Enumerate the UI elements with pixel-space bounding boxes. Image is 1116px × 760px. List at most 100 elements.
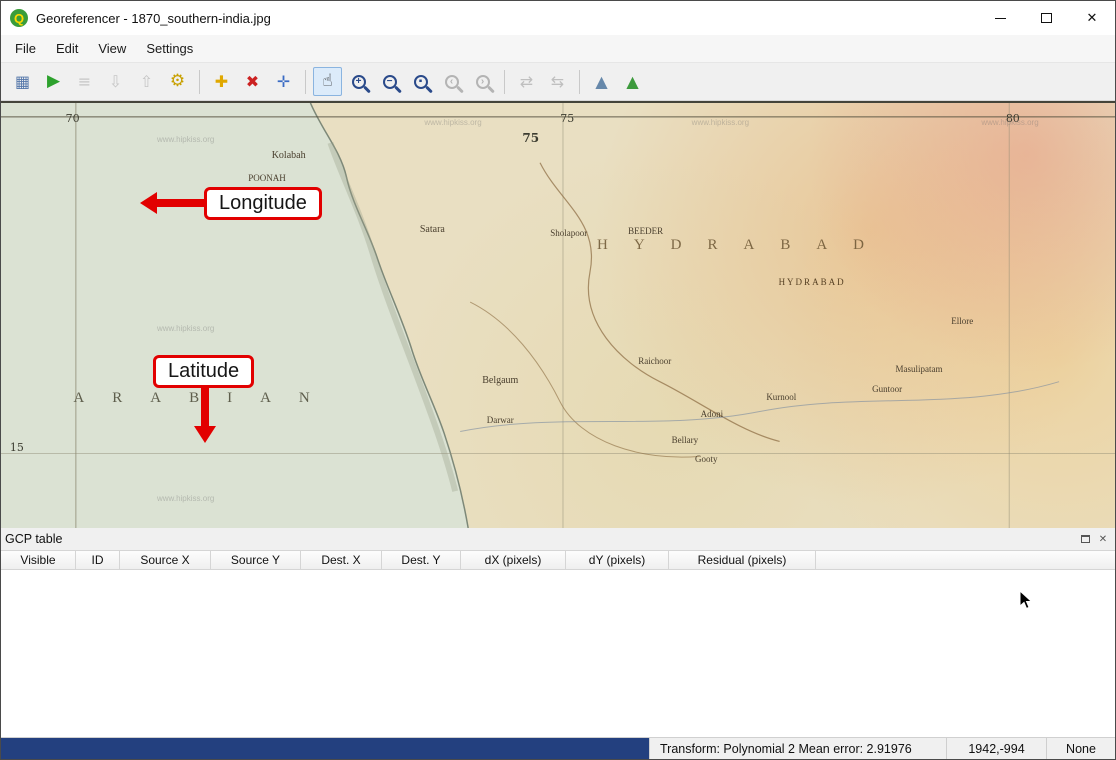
status-coordinate: 1942,-994 [946, 738, 1046, 759]
gcp-panel-titlebar: GCP table ✕ [1, 528, 1115, 550]
window-title: Georeferencer - 1870_southern-india.jpg [36, 11, 977, 26]
zoom-out-button[interactable]: − [375, 67, 404, 96]
map-place-label: 15 [10, 441, 24, 454]
gcp-table-header: Visible ID Source X Source Y Dest. X Des… [1, 550, 1115, 570]
column-residual[interactable]: Residual (pixels) [669, 551, 816, 569]
longitude-arrow-icon [157, 199, 205, 207]
georeferencer-window: Q Georeferencer - 1870_southern-india.jp… [0, 0, 1116, 760]
delete-point-button[interactable]: ✖ [238, 67, 267, 96]
map-place-label: www.hipkiss.org [157, 135, 214, 144]
map-place-label: Guntoor [872, 384, 902, 394]
menubar: File Edit View Settings [1, 35, 1115, 63]
column-filler [816, 551, 1115, 569]
add-point-button[interactable]: ✚ [207, 67, 236, 96]
menu-edit[interactable]: Edit [46, 36, 88, 61]
column-dx[interactable]: dX (pixels) [461, 551, 566, 569]
map-place-label: Ellore [951, 316, 973, 326]
column-dest-y[interactable]: Dest. Y [382, 551, 461, 569]
map-place-label: Satara [420, 224, 445, 235]
close-panel-button[interactable]: ✕ [1095, 531, 1111, 547]
toolbar: ▦ ▶ ≡ ⇩ ⇧ ⚙ ✚ ✖ ✛ ☝ + − ▪ ‹ › ⇄ ⇆ ▲ ▲ [1, 63, 1115, 101]
load-gcp-points-button[interactable]: ⇩ [101, 67, 130, 96]
window-controls: ✕ [977, 1, 1115, 35]
toolbar-separator [504, 70, 505, 94]
transformation-settings-button[interactable]: ⚙ [163, 67, 192, 96]
zoom-last-icon: ‹ [445, 75, 459, 89]
close-panel-icon: ✕ [1099, 534, 1107, 545]
map-place-label: HYDRABAD [597, 237, 890, 254]
full-histogram-icon: ▲ [595, 74, 607, 90]
mouse-cursor [1019, 590, 1033, 610]
link-qgis-icon: ⇆ [551, 74, 564, 90]
zoom-out-icon: − [383, 75, 397, 89]
column-dest-x[interactable]: Dest. X [301, 551, 382, 569]
minimize-button[interactable] [977, 1, 1023, 35]
full-histogram-stretch-button[interactable]: ▲ [587, 67, 616, 96]
settings-gear-icon: ⚙ [170, 73, 185, 90]
toolbar-separator [579, 70, 580, 94]
gdal-script-icon: ≡ [78, 74, 91, 90]
zoom-next-icon: › [476, 75, 490, 89]
load-gcp-icon: ⇩ [109, 74, 122, 90]
delete-point-icon: ✖ [246, 74, 259, 90]
close-button[interactable]: ✕ [1069, 1, 1115, 35]
map-place-label: Kurnool [766, 392, 796, 402]
zoom-to-layer-button[interactable]: ▪ [406, 67, 435, 96]
open-raster-icon: ▦ [15, 74, 30, 90]
status-transform: Transform: Polynomial 2 Mean error: 2.91… [649, 738, 946, 759]
map-place-label: 75 [560, 112, 574, 125]
column-visible[interactable]: Visible [1, 551, 76, 569]
latitude-arrow-icon [201, 385, 209, 427]
gcp-panel-title: GCP table [5, 532, 1075, 546]
menu-file[interactable]: File [5, 36, 46, 61]
statusbar: Transform: Polynomial 2 Mean error: 2.91… [1, 737, 1115, 759]
column-id[interactable]: ID [76, 551, 120, 569]
toolbar-separator [305, 70, 306, 94]
qgis-logo-icon: Q [10, 9, 28, 27]
map-place-label: 70 [66, 112, 80, 125]
map-place-label: Sholapoor [550, 228, 587, 238]
map-place-label: Bellary [672, 435, 699, 445]
close-icon: ✕ [1087, 10, 1098, 26]
minimize-icon [995, 18, 1006, 19]
status-rotation: None [1046, 738, 1115, 759]
column-dy[interactable]: dY (pixels) [566, 551, 669, 569]
generate-gdal-script-button[interactable]: ≡ [70, 67, 99, 96]
map-place-label: 75 [522, 131, 539, 145]
move-point-button[interactable]: ✛ [269, 67, 298, 96]
float-panel-button[interactable] [1077, 531, 1093, 547]
start-georeferencing-button[interactable]: ▶ [39, 67, 68, 96]
local-histogram-stretch-button[interactable]: ▲ [618, 67, 647, 96]
map-canvas[interactable]: 7075807515KolabahPOONAHSataraSholapoorBE… [1, 101, 1115, 528]
maximize-button[interactable] [1023, 1, 1069, 35]
zoom-to-layer-icon: ▪ [414, 75, 428, 89]
map-place-label: Gooty [695, 454, 718, 464]
link-georef-icon: ⇄ [520, 74, 533, 90]
map-place-label: BEEDER [628, 226, 663, 236]
map-place-label: Kolabah [272, 150, 306, 161]
zoom-next-button[interactable]: › [468, 67, 497, 96]
map-artwork [1, 103, 1115, 528]
titlebar: Q Georeferencer - 1870_southern-india.jp… [1, 1, 1115, 35]
zoom-last-button[interactable]: ‹ [437, 67, 466, 96]
zoom-in-button[interactable]: + [344, 67, 373, 96]
save-gcp-icon: ⇧ [140, 74, 153, 90]
latitude-annotation: Latitude [153, 355, 254, 388]
map-place-label: POONAH [248, 173, 286, 183]
map-place-label: www.hipkiss.org [692, 118, 749, 127]
pan-button[interactable]: ☝ [313, 67, 342, 96]
map-place-label: HYDRABAD [779, 277, 846, 287]
link-georeferencer-to-qgis-button[interactable]: ⇄ [512, 67, 541, 96]
link-qgis-to-georeferencer-button[interactable]: ⇆ [543, 67, 572, 96]
column-source-x[interactable]: Source X [120, 551, 211, 569]
float-panel-icon [1081, 535, 1090, 543]
column-source-y[interactable]: Source Y [211, 551, 301, 569]
start-georeferencing-icon: ▶ [47, 73, 60, 90]
map-place-label: www.hipkiss.org [424, 118, 481, 127]
save-gcp-points-button[interactable]: ⇧ [132, 67, 161, 96]
gcp-table-body[interactable] [1, 570, 1115, 737]
open-raster-button[interactable]: ▦ [8, 67, 37, 96]
menu-settings[interactable]: Settings [136, 36, 203, 61]
add-point-icon: ✚ [215, 74, 228, 90]
menu-view[interactable]: View [88, 36, 136, 61]
